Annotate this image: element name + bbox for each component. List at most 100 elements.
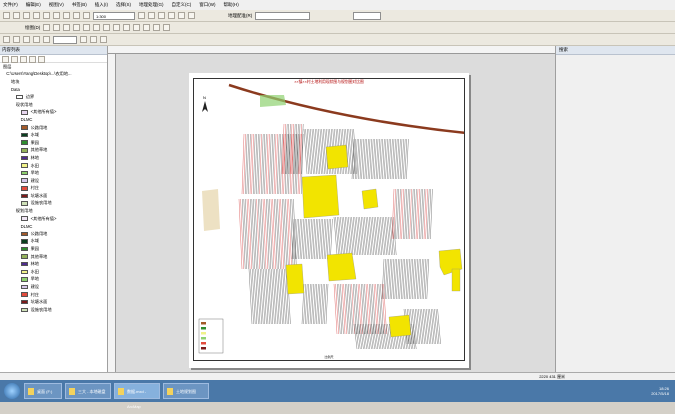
toc-layer-row[interactable]: 水域 <box>0 131 107 139</box>
measure-icon[interactable] <box>133 24 141 31</box>
menu-item[interactable]: 自定义(C) <box>172 2 192 8</box>
toc-layer-row[interactable]: DLMC <box>0 222 107 230</box>
paste-icon[interactable] <box>63 12 70 19</box>
menu-item[interactable]: 窗口(W) <box>199 2 215 8</box>
toc-layer-row[interactable]: 其他草地 <box>0 253 107 261</box>
menu-item[interactable]: 插入(I) <box>95 2 108 8</box>
layout-view[interactable]: ××镇××村土地利用现状图与规划图对比图 N 比例尺 <box>116 54 555 372</box>
georef-label[interactable]: 地理配准(R) <box>228 13 252 19</box>
html-popup-icon[interactable] <box>153 24 161 31</box>
list-by-source-icon[interactable] <box>11 56 18 63</box>
toc-layer-row[interactable]: 旱地 <box>0 276 107 284</box>
print-icon[interactable] <box>33 12 40 19</box>
toc-layer-row[interactable]: 旱地 <box>0 169 107 177</box>
layout-zoom-in-icon[interactable] <box>3 36 10 43</box>
toc-layer-row[interactable]: <其他所有值> <box>0 215 107 223</box>
list-by-drawing-order-icon[interactable] <box>2 56 9 63</box>
toc-layer-row[interactable]: 坑塘水面 <box>0 192 107 200</box>
toc-layer-row[interactable]: 果园 <box>0 245 107 253</box>
redo-icon[interactable] <box>83 12 90 19</box>
forward-icon[interactable] <box>93 24 101 31</box>
menu-item[interactable]: 编辑(E) <box>26 2 41 8</box>
python-icon[interactable] <box>178 12 185 19</box>
zoom-whole-page-icon[interactable] <box>33 36 40 43</box>
layout-page[interactable]: ××镇××村土地利用现状图与规划图对比图 N 比例尺 <box>189 73 469 368</box>
toc-layer-row[interactable]: Data <box>0 86 107 94</box>
toc-layer-row[interactable]: 现状用地 <box>0 101 107 109</box>
legend-swatch-icon <box>20 132 28 138</box>
toc-layer-row[interactable]: 边界 <box>0 93 107 101</box>
toc-layer-row[interactable]: 林地 <box>0 260 107 268</box>
back-icon[interactable] <box>83 24 91 31</box>
system-tray: 18:26 2017/5/18 <box>651 386 675 396</box>
hyperlink-icon[interactable] <box>143 24 151 31</box>
time-slider-icon[interactable] <box>163 24 171 31</box>
toc-layer-row[interactable]: 其他草地 <box>0 147 107 155</box>
menu-item[interactable]: 地理处理(G) <box>139 2 164 8</box>
toc-layer-row[interactable]: 水田 <box>0 268 107 276</box>
cut-icon[interactable] <box>43 12 50 19</box>
editor-icon[interactable] <box>138 12 145 19</box>
find-icon[interactable] <box>123 24 131 31</box>
taskbar-window-button[interactable]: 土地规划图 <box>163 383 209 399</box>
identify-icon[interactable] <box>113 24 121 31</box>
toc-layer-row[interactable]: 规划用地 <box>0 207 107 215</box>
scale-combo[interactable]: 1:300 <box>93 11 135 20</box>
search-icon[interactable] <box>158 12 165 19</box>
menu-item[interactable]: 书签(B) <box>72 2 87 8</box>
new-icon[interactable] <box>3 12 10 19</box>
copy-icon[interactable] <box>53 12 60 19</box>
undo-icon[interactable] <box>73 12 80 19</box>
layout-zoom-out-icon[interactable] <box>13 36 20 43</box>
toc-layer-row[interactable]: 建设 <box>0 283 107 291</box>
draw-label[interactable]: 绘图(D) <box>25 25 40 31</box>
select-icon[interactable] <box>103 24 111 31</box>
layout-pan-icon[interactable] <box>23 36 30 43</box>
toc-layer-row[interactable]: 村庄 <box>0 291 107 299</box>
pan-icon[interactable] <box>63 24 71 31</box>
menu-item[interactable]: 视图(V) <box>49 2 64 8</box>
options-icon[interactable] <box>38 56 45 63</box>
list-by-selection-icon[interactable] <box>29 56 36 63</box>
menu-item[interactable]: 文件(F) <box>3 2 18 8</box>
toc-layer-row[interactable]: <其他所有值> <box>0 109 107 117</box>
layout-zoom-combo[interactable] <box>53 35 77 44</box>
toc-layer-row[interactable]: 设施农用地 <box>0 200 107 208</box>
open-icon[interactable] <box>13 12 20 19</box>
full-extent-icon[interactable] <box>73 24 81 31</box>
georef-layer-combo[interactable] <box>255 11 311 20</box>
taskbar-window-button[interactable]: 桌面 (F:) <box>24 383 62 399</box>
start-button-icon[interactable] <box>4 383 20 399</box>
arctoolbox-icon[interactable] <box>168 12 175 19</box>
toc-layer-row[interactable]: 图层 <box>0 63 107 71</box>
toc-layer-row[interactable]: 公路用地 <box>0 230 107 238</box>
list-by-visibility-icon[interactable] <box>20 56 27 63</box>
toc-layer-row[interactable]: 设施农用地 <box>0 306 107 314</box>
modelbuilder-icon[interactable] <box>188 12 195 19</box>
map-data-frame[interactable]: ××镇××村土地利用现状图与规划图对比图 N 比例尺 <box>193 78 465 361</box>
toc-layer-row[interactable]: 坑塘水面 <box>0 298 107 306</box>
toc-layer-row[interactable]: 公路用地 <box>0 124 107 132</box>
change-layout-icon[interactable] <box>100 36 107 43</box>
toc-layer-row[interactable]: 果园 <box>0 139 107 147</box>
save-icon[interactable] <box>23 12 30 19</box>
zoom-100-icon[interactable] <box>43 36 50 43</box>
focus-data-frame-icon[interactable] <box>90 36 97 43</box>
zoom-in-icon[interactable] <box>43 24 51 31</box>
toc-layer-row[interactable]: 水田 <box>0 162 107 170</box>
catalog-icon[interactable] <box>148 12 155 19</box>
taskbar-window-button[interactable]: 数据.mxd - ArcMap <box>114 383 160 409</box>
menu-item[interactable]: 帮助(H) <box>224 2 239 8</box>
menu-item[interactable]: 选择(S) <box>116 2 131 8</box>
toc-layer-row[interactable]: 林地 <box>0 154 107 162</box>
toc-layer-row[interactable]: 建设 <box>0 177 107 185</box>
extra-combo[interactable] <box>353 11 382 20</box>
toggle-draft-icon[interactable] <box>80 36 87 43</box>
toc-layer-row[interactable]: DLMC <box>0 116 107 124</box>
toc-layer-row[interactable]: C:\Users\Yang\Desktop\...\农用地... <box>0 71 107 79</box>
taskbar-window-button[interactable]: 三大 - 本地磁盘 <box>65 383 111 399</box>
toc-layer-row[interactable]: 水域 <box>0 238 107 246</box>
zoom-out-icon[interactable] <box>53 24 61 31</box>
toc-layer-row[interactable]: 地块 <box>0 78 107 86</box>
toc-layer-row[interactable]: 村庄 <box>0 185 107 193</box>
